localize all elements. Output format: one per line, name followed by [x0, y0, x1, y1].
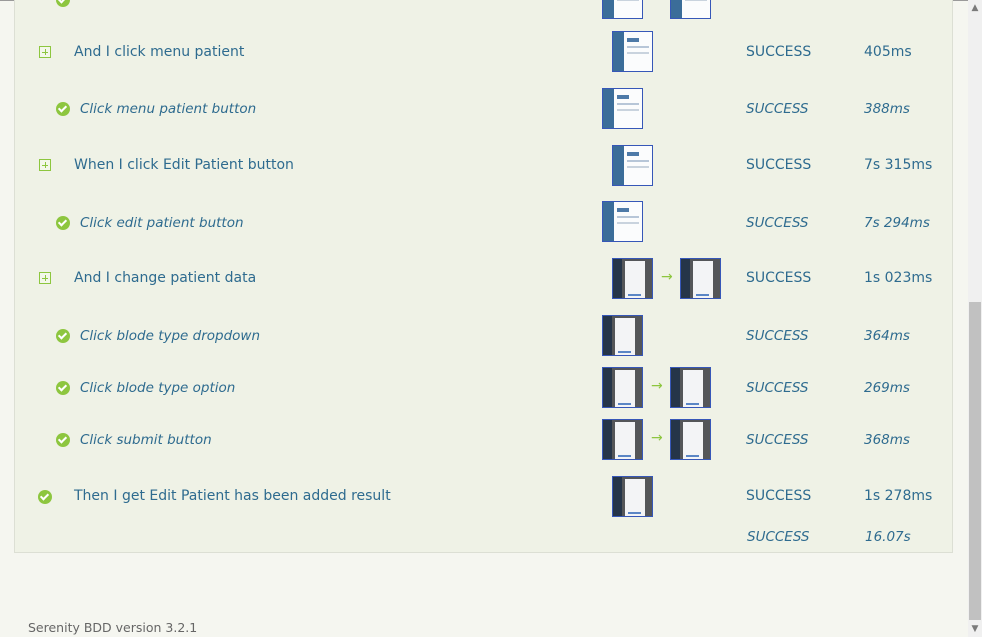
step-status: SUCCESS	[746, 215, 809, 231]
step-label: Click blode type option	[80, 380, 236, 396]
step-status: SUCCESS	[746, 328, 809, 344]
step-duration: 269ms	[864, 380, 910, 396]
success-check-icon	[38, 490, 52, 504]
screenshot-thumbnail[interactable]	[602, 88, 643, 129]
arrow-right-icon: →	[651, 430, 663, 446]
screenshot-thumbnail[interactable]	[612, 31, 653, 72]
success-check-icon	[56, 216, 70, 230]
step-duration: 7s 315ms	[864, 157, 933, 173]
step-status: SUCCESS	[746, 432, 809, 448]
screenshot-thumbnail[interactable]	[602, 419, 643, 460]
arrow-right-icon: →	[661, 269, 673, 285]
step-status: SUCCESS	[746, 101, 809, 117]
step-duration: 368ms	[864, 432, 910, 448]
step-status: SUCCESS	[746, 380, 809, 396]
step-label: Click menu patient button	[80, 101, 257, 117]
expand-icon[interactable]	[39, 272, 51, 284]
footer-version: Serenity BDD version 3.2.1	[28, 620, 198, 635]
screenshot-thumbnail[interactable]	[612, 476, 653, 517]
scrollbar-thumb[interactable]	[969, 302, 981, 620]
step-duration: 1s 278ms	[864, 488, 933, 504]
screenshot-thumbnail[interactable]	[602, 367, 643, 408]
step-status: SUCCESS	[746, 270, 812, 286]
step-duration: 7s 294ms	[864, 215, 930, 231]
step-status: SUCCESS	[746, 157, 812, 173]
step-label: Click edit patient button	[80, 215, 244, 231]
step-label: And I click menu patient	[74, 44, 245, 60]
expand-icon[interactable]	[39, 46, 51, 58]
screenshot-thumbnail[interactable]	[670, 367, 711, 408]
scroll-up-icon[interactable]: ▲	[969, 2, 981, 14]
scroll-down-icon[interactable]: ▼	[969, 623, 981, 635]
success-check-icon	[56, 329, 70, 343]
steps-panel: And I click menu patient SUCCESS 405ms C…	[14, 0, 953, 553]
screenshot-thumbnail[interactable]	[680, 258, 721, 299]
step-duration: 405ms	[864, 44, 912, 60]
step-label: When I click Edit Patient button	[74, 157, 294, 173]
screenshot-thumbnail[interactable]	[602, 315, 643, 356]
success-check-icon	[56, 381, 70, 395]
screenshot-thumbnail[interactable]	[670, 419, 711, 460]
step-status: SUCCESS	[746, 488, 812, 504]
step-label: Click submit button	[80, 432, 212, 448]
step-duration: 1s 023ms	[864, 270, 933, 286]
screenshot-thumbnail[interactable]	[602, 201, 643, 242]
screenshot-thumbnail[interactable]	[612, 145, 653, 186]
step-label: Then I get Edit Patient has been added r…	[74, 488, 391, 504]
success-check-icon	[56, 102, 70, 116]
screenshot-thumbnail[interactable]	[602, 0, 643, 19]
screenshot-thumbnail[interactable]	[612, 258, 653, 299]
step-duration: 388ms	[864, 101, 910, 117]
arrow-right-icon: →	[651, 378, 663, 394]
summary-duration: 16.07s	[865, 529, 911, 545]
step-label: And I change patient data	[74, 270, 257, 286]
step-duration: 364ms	[864, 328, 910, 344]
success-check-icon	[56, 0, 70, 7]
expand-icon[interactable]	[39, 159, 51, 171]
screenshot-thumbnail[interactable]	[670, 0, 711, 19]
summary-status: SUCCESS	[747, 529, 810, 545]
step-status: SUCCESS	[746, 44, 812, 60]
success-check-icon	[56, 433, 70, 447]
step-label: Click blode type dropdown	[80, 328, 261, 344]
